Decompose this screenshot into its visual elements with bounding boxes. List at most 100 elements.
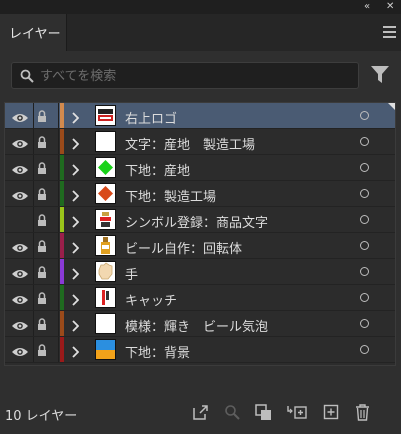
layer-color-swatch	[60, 103, 64, 128]
layer-name[interactable]: 下地：製造工場	[125, 186, 216, 205]
create-new-layer-icon[interactable]	[323, 404, 339, 420]
column-divider	[58, 259, 59, 284]
lock-icon[interactable]	[37, 134, 47, 153]
target-circle-icon[interactable]	[360, 137, 369, 146]
layer-thumbnail	[95, 131, 116, 152]
column-divider	[33, 259, 34, 284]
column-divider	[58, 129, 59, 154]
layer-row[interactable]: キャッチ	[5, 285, 395, 311]
lock-icon[interactable]	[37, 186, 47, 205]
target-circle-icon[interactable]	[360, 345, 369, 354]
expand-chevron-icon[interactable]	[71, 187, 80, 206]
expand-chevron-icon[interactable]	[71, 239, 80, 258]
layer-row[interactable]: 下地：産地	[5, 155, 395, 181]
expand-chevron-icon[interactable]	[71, 317, 80, 336]
expand-chevron-icon[interactable]	[71, 291, 80, 310]
column-divider	[33, 129, 34, 154]
layer-row[interactable]: 右上ロゴ	[5, 103, 395, 129]
column-divider	[58, 103, 59, 128]
layer-row[interactable]: 手	[5, 259, 395, 285]
column-divider	[58, 155, 59, 180]
tab-layers[interactable]: レイヤー	[0, 14, 67, 51]
make-clipping-mask-icon[interactable]	[255, 404, 272, 421]
target-circle-icon[interactable]	[360, 293, 369, 302]
lock-icon[interactable]	[37, 290, 47, 309]
layer-thumbnail	[95, 157, 116, 178]
visibility-eye-icon[interactable]	[11, 265, 29, 278]
layer-name[interactable]: ビール自作：回転体	[125, 238, 242, 257]
expand-chevron-icon[interactable]	[71, 213, 80, 232]
layer-row[interactable]: 下地：背景	[5, 337, 395, 363]
layer-color-swatch	[60, 207, 64, 232]
layer-name[interactable]: 手	[125, 264, 138, 283]
close-panel-button[interactable]: ✕	[386, 1, 394, 13]
visibility-eye-icon[interactable]	[11, 187, 29, 200]
column-divider	[33, 285, 34, 310]
layer-name[interactable]: 右上ロゴ	[125, 108, 177, 127]
lock-icon[interactable]	[37, 238, 47, 257]
layer-name[interactable]: シンボル登録：商品文字	[125, 212, 268, 231]
layer-color-swatch	[60, 259, 64, 284]
target-circle-icon[interactable]	[360, 189, 369, 198]
layer-thumbnail	[95, 339, 116, 360]
column-divider	[58, 311, 59, 336]
layer-name[interactable]: 模様：輝き ビール気泡	[125, 316, 268, 335]
lock-icon[interactable]	[37, 108, 47, 127]
tab-layers-label: レイヤー	[9, 27, 61, 42]
layer-color-swatch	[60, 181, 64, 206]
lock-icon[interactable]	[37, 212, 47, 231]
layer-row[interactable]: シンボル登録：商品文字	[5, 207, 395, 233]
column-divider	[33, 207, 34, 232]
visibility-eye-icon[interactable]	[11, 317, 29, 330]
layer-name[interactable]: 下地：産地	[125, 160, 190, 179]
panel-menu-icon[interactable]	[383, 26, 396, 38]
expand-chevron-icon[interactable]	[71, 161, 80, 180]
layer-color-swatch	[60, 233, 64, 258]
layer-color-swatch	[60, 311, 64, 336]
visibility-toggle-empty[interactable]	[11, 213, 29, 225]
layer-row[interactable]: 文字：産地 製造工場	[5, 129, 395, 155]
lock-icon[interactable]	[37, 316, 47, 335]
search-icon	[20, 69, 34, 83]
target-circle-icon[interactable]	[360, 319, 369, 328]
layer-name[interactable]: 下地：背景	[125, 342, 190, 361]
layer-row[interactable]: ビール自作：回転体	[5, 233, 395, 259]
expand-chevron-icon[interactable]	[71, 109, 80, 128]
search-input[interactable]	[40, 67, 340, 85]
target-circle-icon[interactable]	[360, 111, 369, 120]
expand-chevron-icon[interactable]	[71, 135, 80, 154]
visibility-eye-icon[interactable]	[11, 109, 29, 122]
visibility-eye-icon[interactable]	[11, 161, 29, 174]
filter-icon[interactable]	[371, 66, 389, 83]
collapse-panel-button[interactable]: «	[364, 1, 370, 13]
create-sublayer-icon[interactable]	[287, 404, 307, 421]
visibility-eye-icon[interactable]	[11, 291, 29, 304]
layer-row[interactable]: 模様：輝き ビール気泡	[5, 311, 395, 337]
target-circle-icon[interactable]	[360, 163, 369, 172]
layer-name[interactable]: 文字：産地 製造工場	[125, 134, 255, 153]
layer-row[interactable]: 下地：製造工場	[5, 181, 395, 207]
expand-chevron-icon[interactable]	[71, 343, 80, 362]
layer-thumbnail	[95, 261, 116, 282]
layer-color-swatch	[60, 129, 64, 154]
trash-icon[interactable]	[355, 404, 370, 421]
column-divider	[33, 311, 34, 336]
layer-thumbnail	[95, 235, 116, 256]
search-box[interactable]	[11, 62, 359, 89]
expand-chevron-icon[interactable]	[71, 265, 80, 284]
collect-export-icon[interactable]	[192, 404, 209, 421]
target-circle-icon[interactable]	[360, 241, 369, 250]
visibility-eye-icon[interactable]	[11, 343, 29, 356]
target-circle-icon[interactable]	[360, 267, 369, 276]
lock-icon[interactable]	[37, 160, 47, 179]
target-circle-icon[interactable]	[360, 215, 369, 224]
layer-name[interactable]: キャッチ	[125, 290, 177, 309]
column-divider	[58, 337, 59, 362]
layer-thumbnail	[95, 287, 116, 308]
locate-object-icon[interactable]	[224, 404, 240, 420]
lock-icon[interactable]	[37, 342, 47, 361]
lock-icon[interactable]	[37, 264, 47, 283]
visibility-eye-icon[interactable]	[11, 239, 29, 252]
visibility-eye-icon[interactable]	[11, 135, 29, 148]
column-divider	[33, 103, 34, 128]
